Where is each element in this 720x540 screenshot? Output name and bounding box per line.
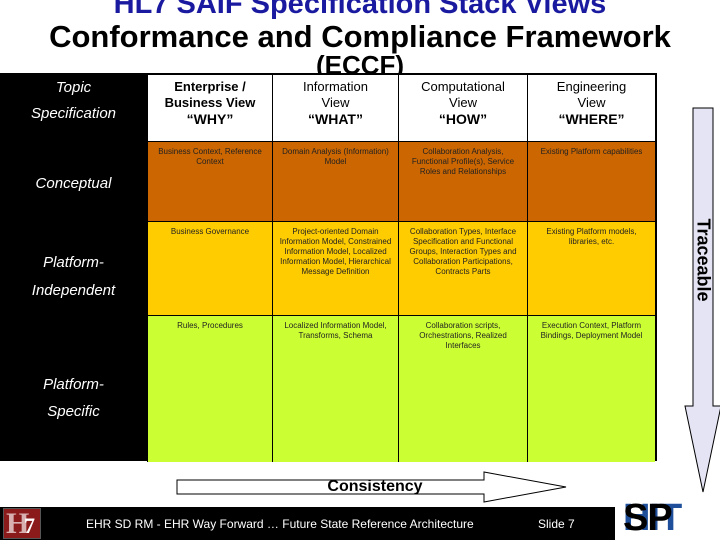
- column-header-line1: Engineering: [556, 79, 627, 94]
- hitsp-logo-sp: SP: [623, 497, 673, 539]
- slide-title: Conformance and Compliance Framework: [49, 19, 671, 54]
- traceable-label: Traceable: [693, 218, 714, 302]
- row-platform-specific: Rules, Procedures Localized Information …: [147, 315, 655, 462]
- column-header-line2: View: [577, 95, 606, 110]
- column-header-line1: Information: [302, 79, 369, 94]
- column-header-line2: Business View: [164, 95, 256, 110]
- column-header-line1: Enterprise /: [174, 79, 246, 94]
- cell-conceptual-computational: Collaboration Analysis, Functional Profi…: [398, 142, 527, 222]
- cell-ps-information: Localized Information Model, Transforms,…: [272, 316, 398, 462]
- row-label-platform-independent-2: Independent: [31, 282, 116, 299]
- column-header-information: Information View “WHAT”: [272, 75, 398, 141]
- column-header-question: “WHAT”: [308, 111, 363, 127]
- column-header-computational: Computational View “HOW”: [398, 75, 527, 141]
- row-label-platform-specific-2: Specific: [47, 403, 100, 420]
- corner-label-specification: Specification: [30, 105, 117, 122]
- consistency-label: Consistency: [327, 478, 423, 495]
- row-label-conceptual: Conceptual: [35, 175, 112, 192]
- column-header-enterprise: Enterprise / Business View “WHY”: [147, 75, 272, 141]
- traceable-label-box: Traceable: [686, 205, 720, 315]
- column-header-row: Enterprise / Business View “WHY” Informa…: [147, 75, 655, 141]
- cell-pi-information: Project-oriented Domain Information Mode…: [272, 222, 398, 316]
- column-header-line2: View: [449, 95, 477, 110]
- cell-ps-computational: Collaboration scripts, Orchestrations, R…: [398, 316, 527, 462]
- slide-number: Slide 7: [538, 517, 575, 531]
- column-header-line2: View: [321, 95, 350, 110]
- cell-ps-engineering: Execution Context, Platform Bindings, De…: [527, 316, 655, 462]
- row-platform-independent: Business Governance Project-oriented Dom…: [147, 221, 655, 316]
- cell-pi-computational: Collaboration Types, Interface Specifica…: [398, 222, 527, 316]
- hitsp-logo: HIT SP: [615, 497, 720, 540]
- row-label-platform-independent-1: Platform-: [43, 254, 104, 271]
- column-header-engineering: Engineering View “WHERE”: [527, 75, 655, 141]
- slide-supertitle: HL7 SAIF Specification Stack Views: [113, 0, 607, 20]
- footer-caption: EHR SD RM - EHR Way Forward … Future Sta…: [86, 517, 474, 531]
- cell-ps-enterprise: Rules, Procedures: [147, 316, 272, 462]
- cell-pi-enterprise: Business Governance: [147, 222, 272, 316]
- row-header-column: Topic Specification Conceptual Platform-…: [0, 73, 147, 461]
- row-conceptual: Business Context, Reference Context Doma…: [147, 141, 655, 222]
- hl7-logo: H 7: [3, 508, 41, 539]
- cell-conceptual-information: Domain Analysis (Information) Model: [272, 142, 398, 222]
- column-header-question: “WHY”: [186, 111, 234, 127]
- cell-pi-engineering: Existing Platform models, libraries, etc…: [527, 222, 655, 316]
- column-header-line1: Computational: [421, 79, 505, 94]
- cell-conceptual-engineering: Existing Platform capabilities: [527, 142, 655, 222]
- column-header-question: “HOW”: [438, 111, 488, 127]
- column-header-question: “WHERE”: [558, 111, 625, 127]
- cell-conceptual-enterprise: Business Context, Reference Context: [147, 142, 272, 222]
- corner-label-topic: Topic: [55, 79, 92, 96]
- row-label-platform-specific-1: Platform-: [43, 376, 104, 393]
